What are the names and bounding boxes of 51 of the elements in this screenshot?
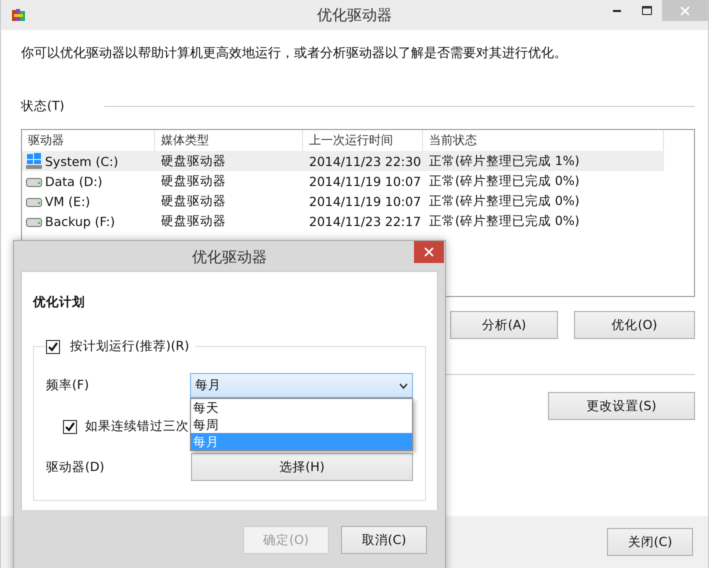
schedule-checkbox[interactable]: 按计划运行(推荐)(R)	[46, 338, 196, 355]
change-settings-button[interactable]: 更改设置(S)	[548, 392, 695, 420]
maximize-icon	[642, 6, 652, 16]
close-icon	[424, 247, 434, 257]
app-icon	[11, 7, 27, 23]
drive-row[interactable]: System (C:) 硬盘驱动器 2014/11/23 22:30 正常(碎片整理已完成 1%)	[22, 151, 664, 171]
checkmark-icon	[48, 342, 58, 352]
drive-row[interactable]: VM (E:) 硬盘驱动器 2014/11/19 10:07 正常(碎片整理已完成 0%)	[22, 191, 664, 211]
table-cell-text: 硬盘驱动器	[160, 192, 227, 210]
missed-runs-checkbox[interactable]: 如果连续错过三次	[63, 418, 189, 435]
table-cell-text: 正常(碎片整理已完成 0%)	[428, 192, 581, 210]
table-cell: System (C:)	[22, 153, 155, 169]
table-cell: Data (D:)	[22, 174, 155, 188]
table-cell-text: 2014/11/23 22:17	[308, 214, 422, 228]
table-cell: Backup (F:)	[22, 214, 155, 228]
frequency-label: 频率(F)	[46, 377, 89, 394]
chevron-down-icon	[399, 382, 408, 388]
section-label: 状态(T)	[21, 98, 64, 115]
action-button[interactable]: 分析(A)	[450, 311, 558, 339]
table-cell-text: 2014/11/19 10:07	[308, 194, 422, 208]
dropdown-option[interactable]: 每周	[191, 416, 412, 433]
windows-drive-icon	[26, 153, 42, 169]
table-cell-text: 硬盘驱动器	[160, 212, 227, 230]
dialog-title: 优化驱动器	[192, 248, 267, 267]
table-cell-text: 正常(碎片整理已完成 1%)	[428, 152, 581, 170]
close-button[interactable]	[414, 241, 444, 263]
window-title: 优化驱动器	[317, 6, 392, 24]
drive-icon	[26, 175, 42, 187]
table-cell-text: 硬盘驱动器	[160, 152, 227, 170]
table-cell-text: 2014/11/19 10:07	[308, 174, 422, 188]
checkmark-icon	[65, 422, 75, 432]
frequency-dropdown[interactable]: 每月	[190, 373, 413, 398]
drive-icon	[26, 195, 42, 207]
drives-label: 驱动器(D)	[46, 458, 104, 476]
choose-button[interactable]: 选择(H)	[191, 453, 413, 481]
drive-row[interactable]: Data (D:) 硬盘驱动器 2014/11/19 10:07 正常(碎片整理已完成 0%)	[22, 171, 664, 191]
close-icon	[680, 6, 690, 16]
table-cell: VM (E:)	[22, 194, 155, 208]
table-cell-text: 硬盘驱动器	[160, 172, 227, 190]
dialog-button[interactable]: 取消(C)	[341, 526, 427, 554]
drive-icon	[26, 215, 42, 227]
drive-row[interactable]: Backup (F:) 硬盘驱动器 2014/11/23 22:17 正常(碎片整理已完成 0%)	[22, 211, 664, 231]
table-cell-text: 正常(碎片整理已完成 0%)	[428, 212, 581, 230]
dropdown-option[interactable]: 每天	[191, 399, 412, 416]
close-dialog-button[interactable]: 关闭(C)	[607, 528, 693, 556]
table-cell-text: 2014/11/23 22:30	[308, 154, 422, 168]
minimize-icon	[613, 10, 621, 12]
description-text: 你可以优化驱动器以帮助计算机更高效地运行，或者分析驱动器以了解是否需要对其进行优化。	[21, 45, 568, 62]
action-button[interactable]: 优化(O)	[574, 311, 695, 339]
section-title: 优化计划	[33, 294, 86, 311]
table-cell-text: 正常(碎片整理已完成 0%)	[428, 172, 581, 190]
